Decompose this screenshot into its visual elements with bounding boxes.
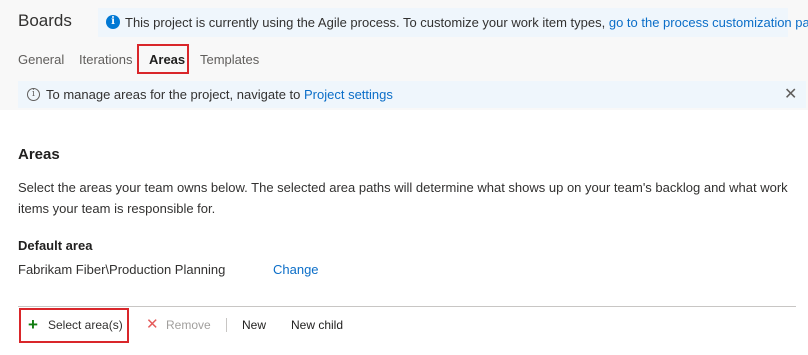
tab-templates[interactable]: Templates (200, 52, 259, 67)
areas-toolbar: + Select area(s) ✕ Remove New New child (18, 307, 798, 347)
remove-label: Remove (166, 318, 211, 332)
project-settings-info-bar: i To manage areas for the project, navig… (18, 81, 806, 108)
tab-general[interactable]: General (18, 52, 64, 67)
toolbar-separator (226, 318, 227, 332)
info-bar-text: To manage areas for the project, navigat… (46, 87, 304, 102)
banner-text-container: This project is currently using the Agil… (125, 8, 808, 37)
remove-icon: ✕ (146, 316, 159, 333)
default-area-path: Fabrikam Fiber\Production Planning (18, 262, 226, 277)
default-area-label: Default area (18, 238, 93, 253)
new-child-button[interactable]: New child (291, 307, 343, 343)
areas-description: Select the areas your team owns below. T… (18, 180, 788, 216)
info-solid-icon: i (106, 15, 120, 29)
tab-iterations[interactable]: Iterations (79, 52, 132, 67)
project-settings-link[interactable]: Project settings (304, 87, 393, 102)
section-title: Areas (18, 146, 60, 163)
select-areas-highlight (19, 308, 129, 343)
info-outline-icon: i (27, 88, 40, 101)
close-icon[interactable]: ✕ (784, 81, 797, 108)
change-default-area-link[interactable]: Change (273, 262, 319, 277)
areas-tab-highlight (137, 44, 189, 74)
new-button[interactable]: New (242, 307, 266, 343)
process-info-banner: i This project is currently using the Ag… (98, 8, 808, 37)
info-bar-text-container: To manage areas for the project, navigat… (46, 81, 393, 108)
banner-text: This project is currently using the Agil… (125, 15, 609, 30)
process-customization-link[interactable]: go to the process customization page. (609, 15, 808, 30)
remove-button[interactable]: ✕ Remove (146, 307, 216, 343)
page-title: Boards (18, 11, 72, 30)
